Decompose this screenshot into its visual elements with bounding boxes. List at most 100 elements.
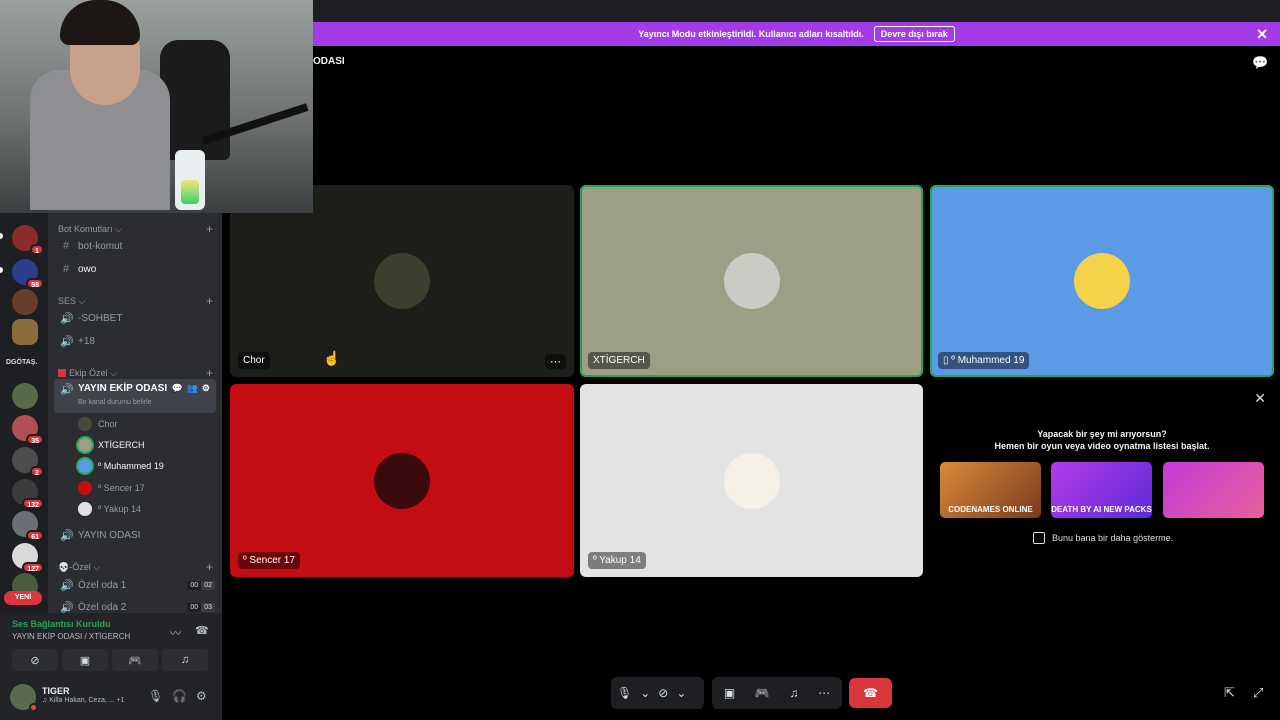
- voice-member[interactable]: º Sencer 17: [78, 479, 145, 497]
- channel-list: Bot Komutları ⌵ + # bot-komut # owo SES …: [48, 213, 222, 613]
- activity-control-group: ▣ 🎮 ♫ ⋯: [712, 677, 842, 709]
- voice-channel-yayin-ekip-odasi[interactable]: 🔊 YAYIN EKİP ODASI 💬 👥 ⚙ Bir kanal durum…: [54, 379, 216, 413]
- voice-member[interactable]: Chor: [78, 415, 118, 433]
- close-icon[interactable]: ✕: [1256, 26, 1268, 43]
- avatar: [78, 417, 92, 431]
- webcam-overlay: [0, 0, 313, 213]
- server-icon[interactable]: [12, 289, 38, 315]
- activity-card-codenames[interactable]: CODENAMES ONLINE: [940, 462, 1041, 518]
- camera-off-icon[interactable]: ⊘: [658, 686, 668, 700]
- channel-label: Özel oda 2: [78, 601, 127, 613]
- activity-card-death-by-ai[interactable]: DEATH BY AI NEW PACKS: [1051, 462, 1152, 518]
- server-icon[interactable]: 127: [12, 543, 44, 573]
- gamepad-icon[interactable]: 🎮: [755, 686, 770, 700]
- speaker-icon: 🔊: [60, 312, 74, 325]
- close-icon[interactable]: ✕: [1254, 390, 1266, 407]
- voice-member[interactable]: º Yakup 14: [78, 500, 141, 518]
- noise-suppression-icon[interactable]: 〰: [170, 625, 181, 641]
- add-channel-icon[interactable]: +: [206, 222, 213, 236]
- channel-status[interactable]: Bir kanal durumu belirle: [78, 399, 152, 406]
- checkbox-icon: [1033, 532, 1045, 544]
- gamepad-icon: 🎮: [128, 654, 142, 667]
- voice-member[interactable]: º Muhammed 19: [78, 457, 164, 475]
- server-icon[interactable]: 35: [12, 415, 44, 445]
- category-ses[interactable]: SES ⌵ +: [58, 294, 213, 308]
- red-square-icon: [58, 369, 66, 377]
- video-tile[interactable]: º Sencer 17: [230, 384, 574, 577]
- voice-location[interactable]: YAYIN EKİP ODASI / XTİGERCH: [12, 632, 130, 641]
- add-channel-icon[interactable]: +: [206, 366, 213, 380]
- hashtag-icon: #: [62, 240, 70, 252]
- voice-channel-ozel-oda-1[interactable]: 🔊 Özel oda 1 00 02: [60, 576, 215, 594]
- video-tile[interactable]: ▯ º Muhammed 19: [930, 185, 1274, 377]
- server-icon[interactable]: 132: [12, 479, 44, 509]
- server-icon[interactable]: 61: [12, 511, 44, 541]
- disconnect-button[interactable]: ☎: [849, 678, 892, 708]
- new-badge[interactable]: YENİ: [4, 591, 42, 605]
- camera-off-icon: ⊘: [30, 654, 40, 667]
- channel-label: bot-komut: [78, 240, 123, 252]
- server-icon[interactable]: 2: [12, 447, 44, 477]
- more-options-icon[interactable]: ⋯: [818, 686, 830, 700]
- mention-badge: 127: [22, 562, 44, 573]
- channel-label: YAYIN EKİP ODASI: [78, 383, 168, 394]
- video-tile[interactable]: XTİGERCH: [580, 185, 923, 377]
- dont-show-again-checkbox[interactable]: Bunu bana bir daha gösterme.: [1033, 532, 1173, 544]
- category-ekip-ozel[interactable]: Ekip Özel ⌵ +: [58, 366, 213, 380]
- fullscreen-icon[interactable]: ⤢: [1253, 685, 1263, 701]
- username[interactable]: TIGER: [42, 686, 70, 696]
- category-bot-komutlari[interactable]: Bot Komutları ⌵ +: [58, 222, 213, 236]
- text-channel-bot-komut[interactable]: # bot-komut: [60, 237, 215, 255]
- server-icon[interactable]: 58: [12, 259, 44, 289]
- voice-member[interactable]: XTİGERCH: [78, 436, 145, 454]
- text-channel-owo[interactable]: # owo: [60, 260, 215, 278]
- voice-channel-ozel-oda-2[interactable]: 🔊 Özel oda 2 00 03: [60, 598, 215, 613]
- activity-button[interactable]: 🎮: [112, 649, 158, 671]
- chevron-down-icon: ⌵: [78, 295, 86, 306]
- category-ozel[interactable]: 💀 -Özel ⌵ +: [58, 560, 213, 574]
- gear-icon[interactable]: ⚙: [196, 689, 207, 703]
- server-icon[interactable]: 1: [12, 225, 44, 255]
- app-root: Yayıncı Modu etkinleştirildi. Kullanıcı …: [0, 0, 1280, 720]
- soundboard-button[interactable]: ♫: [162, 649, 208, 671]
- activity-card-title: DEATH BY AI NEW PACKS: [1051, 505, 1152, 514]
- category-label: Bot Komutları: [58, 224, 113, 234]
- avatar: [374, 452, 430, 509]
- video-tile[interactable]: º Yakup 14: [580, 384, 923, 577]
- voice-status[interactable]: Ses Bağlantısı Kuruldu: [12, 619, 111, 629]
- voice-channel-sohbet[interactable]: 🔊 -SOHBET: [60, 309, 215, 327]
- screen-share-icon[interactable]: ▣: [724, 686, 735, 700]
- chevron-down-icon[interactable]: ⌄: [676, 686, 686, 700]
- add-channel-icon[interactable]: +: [206, 560, 213, 574]
- voice-channel-yayin-odasi[interactable]: 🔊 YAYIN ODASI: [60, 526, 215, 544]
- chat-icon[interactable]: 💬: [171, 383, 182, 394]
- avatar[interactable]: [10, 684, 38, 712]
- chat-bubble-icon[interactable]: 💬: [1252, 55, 1268, 71]
- channel-label: Özel oda 1: [78, 579, 127, 591]
- channel-label: +18: [78, 335, 95, 347]
- speaker-icon: 🔊: [60, 529, 74, 542]
- soundboard-icon[interactable]: ♫: [789, 686, 798, 700]
- disable-streamer-mode-button[interactable]: Devre dışı bırak: [873, 26, 955, 42]
- pop-out-icon[interactable]: ⇱: [1224, 685, 1235, 701]
- camera-off-button[interactable]: ⊘: [12, 649, 58, 671]
- video-tile[interactable]: Chor ⋯: [230, 185, 574, 377]
- speaker-icon: 🔊: [60, 384, 74, 396]
- screen-share-button[interactable]: ▣: [62, 649, 108, 671]
- tile-label: º Yakup 14: [588, 552, 646, 569]
- activity-card-blocks[interactable]: [1163, 462, 1264, 518]
- server-icon[interactable]: [12, 383, 38, 409]
- microphone-icon[interactable]: 🎙: [148, 689, 163, 703]
- member-name: Chor: [98, 419, 118, 429]
- voice-channel-18[interactable]: 🔊 +18: [60, 332, 215, 350]
- chevron-down-icon[interactable]: ⌄: [640, 686, 650, 700]
- disconnect-icon[interactable]: ☎: [195, 624, 209, 637]
- gear-icon[interactable]: ⚙: [202, 383, 210, 394]
- server-icon[interactable]: [12, 319, 38, 345]
- headphones-icon[interactable]: 🎧: [172, 689, 187, 703]
- add-channel-icon[interactable]: +: [206, 294, 213, 308]
- skull-icon: 💀: [58, 561, 70, 572]
- more-options-icon[interactable]: ⋯: [545, 354, 566, 369]
- add-member-icon[interactable]: 👥: [187, 383, 198, 394]
- microphone-icon[interactable]: 🎙: [617, 686, 632, 700]
